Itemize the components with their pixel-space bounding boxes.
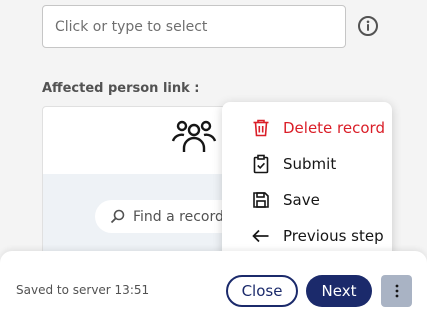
next-button[interactable]: Next (306, 275, 372, 307)
clipboard-check-icon (253, 154, 269, 174)
vertical-dots-icon (395, 284, 398, 298)
arrow-left-icon (252, 229, 269, 243)
overflow-menu: Delete record Submit Save Previous step (222, 102, 392, 259)
search-icon (110, 209, 125, 224)
menu-item-submit[interactable]: Submit (222, 146, 392, 182)
floppy-disk-icon (253, 192, 269, 208)
menu-item-label: Delete record (283, 119, 385, 137)
menu-item-save[interactable]: Save (222, 182, 392, 218)
trash-icon (253, 119, 269, 137)
menu-item-previous-step[interactable]: Previous step (222, 218, 392, 254)
menu-item-label: Submit (283, 155, 337, 173)
close-button[interactable]: Close (226, 275, 298, 307)
affected-person-label: Affected person link : (42, 81, 200, 96)
menu-item-delete-record[interactable]: Delete record (222, 110, 392, 146)
menu-item-label: Previous step (283, 227, 384, 245)
select-placeholder: Click or type to select (55, 18, 208, 35)
more-options-button[interactable] (381, 275, 412, 307)
menu-item-label: Save (283, 191, 320, 209)
save-status-text: Saved to server 13:51 (16, 283, 150, 297)
person-select-input[interactable]: Click or type to select (42, 5, 346, 48)
info-icon[interactable] (357, 15, 379, 37)
form-page: Click or type to select Affected person … (0, 0, 427, 319)
people-group-icon (171, 120, 217, 152)
